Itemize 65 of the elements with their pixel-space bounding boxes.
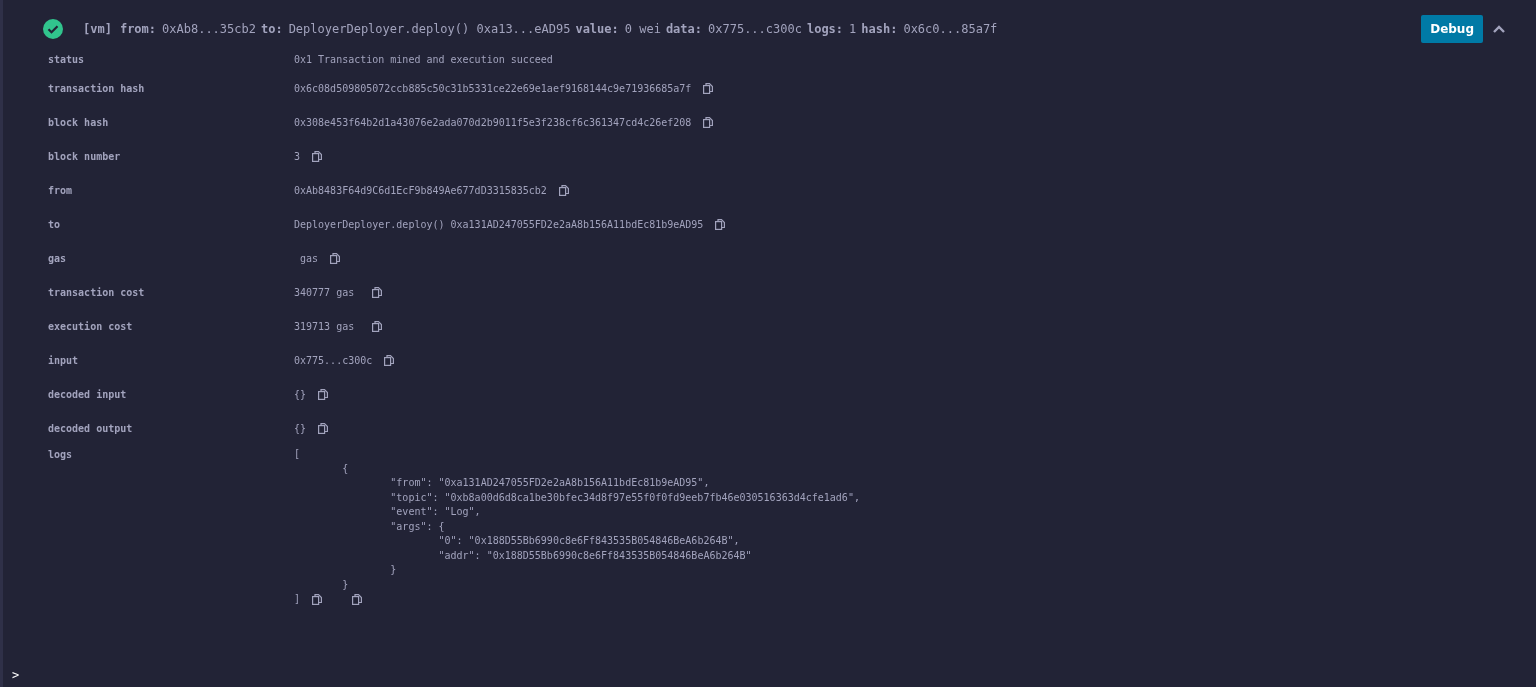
row-label: gas bbox=[48, 251, 68, 266]
row-label: decoded input bbox=[48, 387, 128, 402]
copy-icon[interactable] bbox=[312, 593, 323, 605]
row-value: {} bbox=[294, 387, 307, 402]
row-label: transaction cost bbox=[48, 285, 146, 300]
log-line: "args": { bbox=[389, 519, 445, 534]
row-label: transaction hash bbox=[48, 81, 146, 96]
row-value: 0x6c08d509805072ccb885c50c31b5331ce22e69e1aef9168144c9e71936685a7f bbox=[294, 81, 692, 96]
copy-icon[interactable] bbox=[715, 218, 726, 230]
copy-icon[interactable] bbox=[330, 252, 341, 264]
field-value: 0xAb8...35cb2 bbox=[162, 21, 256, 38]
field-label: from: bbox=[119, 21, 157, 38]
log-line: ] bbox=[294, 592, 301, 606]
log-line: "from": "0xa131AD247055FD2e2aA8b156A11bdEc81b9eAD95", bbox=[389, 476, 710, 490]
log-line: { bbox=[341, 461, 349, 476]
vm-tag: [vm] bbox=[83, 20, 112, 38]
field-label: to: bbox=[260, 21, 283, 38]
field-label: data: bbox=[665, 21, 702, 38]
row-label: input bbox=[48, 353, 80, 368]
row-label: block number bbox=[48, 149, 122, 164]
copy-icon[interactable] bbox=[372, 320, 383, 332]
debug-button[interactable]: Debug bbox=[1421, 15, 1483, 43]
row-value: 3 bbox=[294, 149, 301, 164]
copy-icon[interactable] bbox=[703, 82, 714, 94]
row-value: 0x1 Transaction mined and execution succeed bbox=[294, 52, 553, 67]
row-label: decoded output bbox=[48, 421, 134, 436]
copy-icon[interactable] bbox=[558, 184, 569, 196]
copy-icon[interactable] bbox=[384, 354, 395, 366]
log-line: "0": "0x188D55Bb6990c8e6Ff843535B054846BeA6b264B", bbox=[437, 534, 740, 548]
copy-icon[interactable] bbox=[352, 593, 363, 605]
row-value: 340777 gas bbox=[294, 285, 356, 300]
copy-icon[interactable] bbox=[372, 286, 383, 298]
row-value: 0xAb8483F64d9C6d1EcF9b849Ae677dD3315835cb2 bbox=[294, 183, 547, 198]
row-label: from bbox=[48, 183, 74, 198]
copy-icon[interactable] bbox=[318, 388, 329, 400]
field-label: logs: bbox=[806, 21, 844, 38]
log-line: [ bbox=[294, 447, 301, 461]
log-line: "event": "Log", bbox=[389, 505, 481, 519]
field-value: DeployerDeployer.deploy() 0xa13...eAD95 bbox=[288, 21, 571, 38]
row-value: 319713 gas bbox=[294, 319, 356, 334]
row-label: block hash bbox=[48, 115, 110, 130]
field-label: hash: bbox=[861, 21, 898, 38]
copy-icon[interactable] bbox=[318, 422, 329, 434]
copy-icon[interactable] bbox=[703, 116, 714, 128]
row-label: to bbox=[48, 217, 62, 232]
row-value: gas bbox=[299, 251, 319, 266]
log-line: } bbox=[389, 563, 397, 577]
row-label: status bbox=[48, 52, 86, 67]
row-label: logs bbox=[48, 448, 74, 462]
field-value: 1 bbox=[849, 21, 857, 38]
row-label: execution cost bbox=[48, 319, 134, 334]
field-value: 0x775...c300c bbox=[708, 21, 802, 38]
field-value: 0x6c0...85a7f bbox=[903, 21, 998, 38]
copy-icon[interactable] bbox=[312, 150, 323, 162]
field-label: value: bbox=[575, 21, 619, 38]
console-prompt: > bbox=[11, 667, 21, 684]
row-value: {} bbox=[294, 421, 307, 436]
row-value: 0x775...c300c bbox=[294, 353, 373, 368]
row-value: 0x308e453f64b2d1a43076e2ada070d2b9011f5e3f238cf6c361347cd4c26ef208 bbox=[294, 115, 692, 130]
collapse-chevron-icon[interactable] bbox=[1492, 24, 1506, 34]
log-line: "addr": "0x188D55Bb6990c8e6Ff843535B054846BeA6b264B" bbox=[437, 548, 752, 563]
log-line: } bbox=[341, 577, 349, 592]
field-value: 0 wei bbox=[624, 21, 661, 38]
row-value: DeployerDeployer.deploy() 0xa131AD247055FD2e2aA8b156A11bdEc81b9eAD95 bbox=[294, 217, 704, 232]
log-line: "topic": "0xb8a00d6d8ca1be30bfec34d8f97e55f0f0fd9eeb7fb46e030516363d4cfe1ad6", bbox=[389, 490, 860, 505]
